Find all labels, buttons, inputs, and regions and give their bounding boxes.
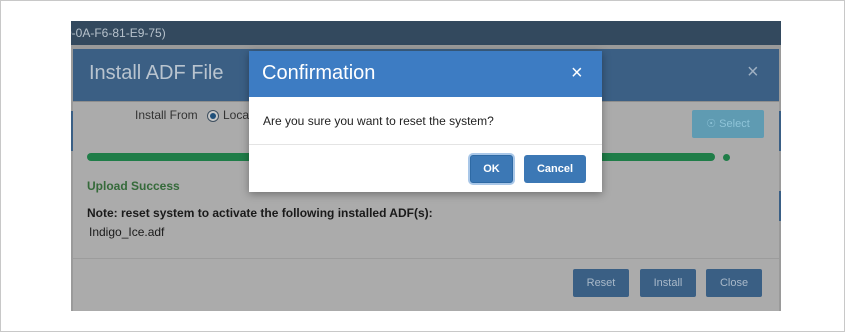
install-button[interactable]: Install xyxy=(640,269,696,297)
upload-status-text: Upload Success xyxy=(87,179,180,193)
select-file-label: Select xyxy=(719,118,750,130)
confirmation-close-icon[interactable]: × xyxy=(571,62,583,84)
reset-note: Note: reset system to activate the follo… xyxy=(87,206,433,220)
confirmation-header: Confirmation × xyxy=(249,51,602,97)
app-topbar-text: 0-0A-F6-81-E9-75) xyxy=(71,26,166,40)
screen-frame: 0-0A-F6-81-E9-75) Install ADF File × Ins… xyxy=(0,0,845,332)
install-source-radio[interactable] xyxy=(207,110,219,122)
reset-button[interactable]: Reset xyxy=(573,269,629,297)
app-topbar: 0-0A-F6-81-E9-75) xyxy=(71,21,781,45)
install-source-radio-label: Loca xyxy=(223,108,250,122)
confirmation-footer-divider xyxy=(249,144,602,145)
confirmation-dialog: Confirmation × Are you sure you want to … xyxy=(249,51,602,192)
install-from-label: Install From xyxy=(135,108,198,122)
close-button[interactable]: Close xyxy=(706,269,762,297)
confirmation-message: Are you sure you want to reset the syste… xyxy=(263,114,494,128)
select-file-button[interactable]: ☉ Select xyxy=(692,110,764,138)
install-modal-close-icon[interactable]: × xyxy=(747,61,759,84)
eye-icon: ☉ xyxy=(706,118,717,130)
cancel-button[interactable]: Cancel xyxy=(524,155,586,183)
install-modal-footer-divider xyxy=(73,258,779,259)
upload-progress-end-dot xyxy=(723,154,730,161)
installed-file-item: Indigo_Ice.adf xyxy=(89,225,165,239)
install-modal-title: Install ADF File xyxy=(89,62,224,84)
ok-button[interactable]: OK xyxy=(470,155,513,183)
confirmation-title: Confirmation xyxy=(262,62,376,84)
